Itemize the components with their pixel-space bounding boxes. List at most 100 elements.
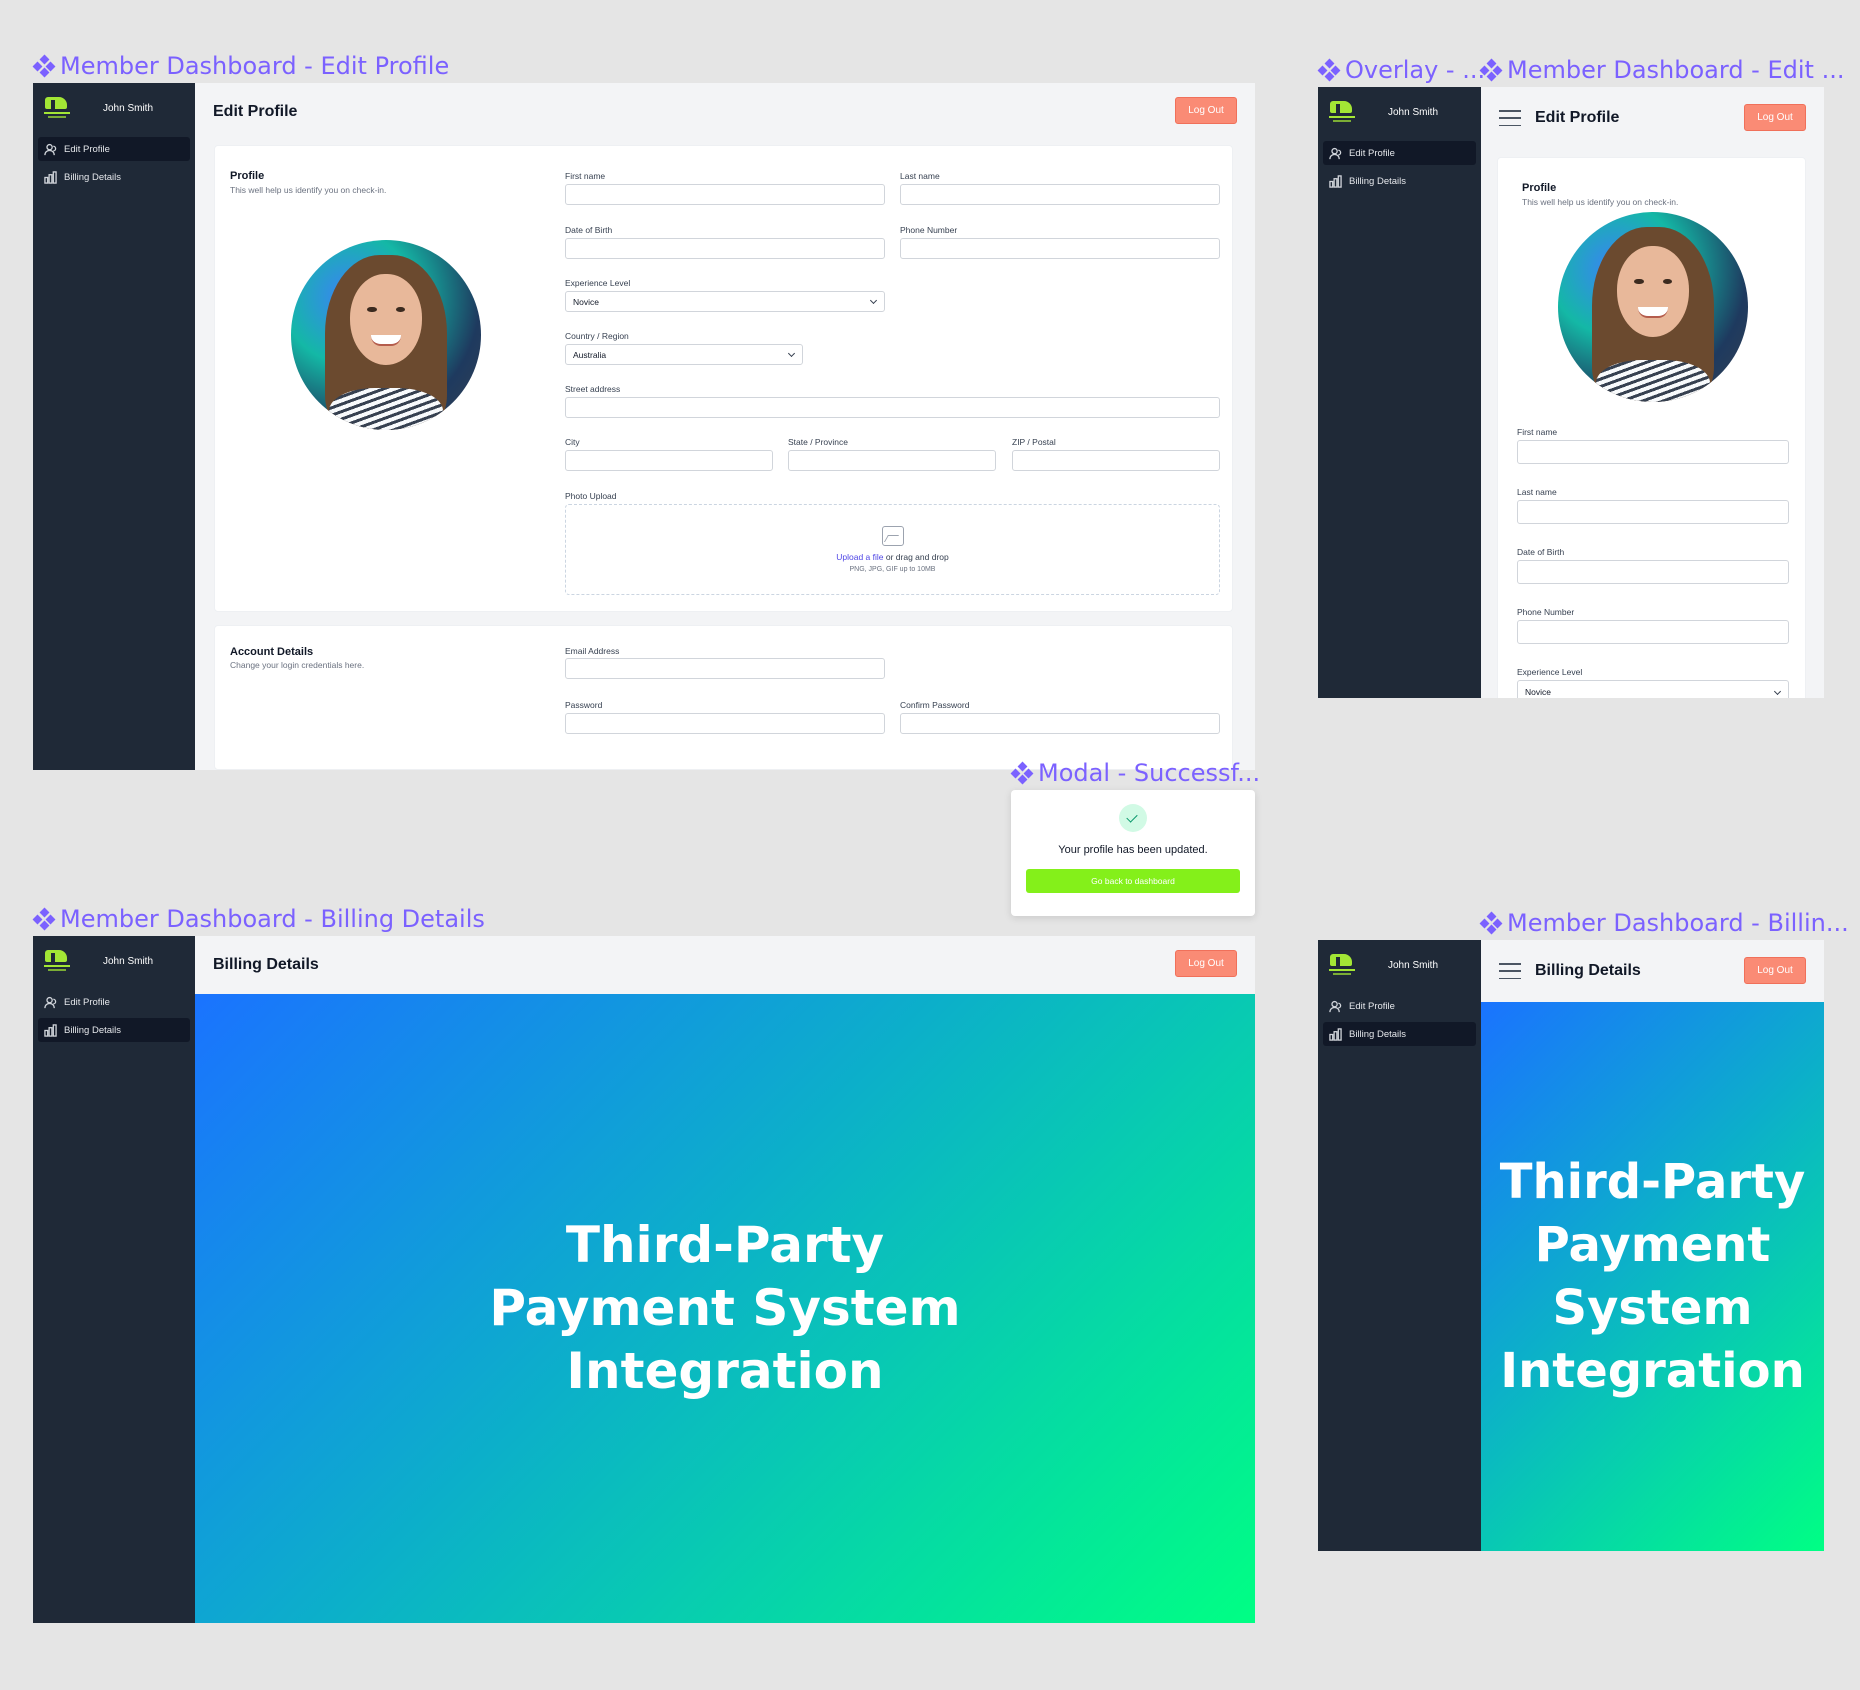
street-input[interactable] <box>565 397 1220 418</box>
placeholder-line: Third-Party <box>1499 1153 1806 1210</box>
placeholder-line: Third-Party <box>565 1216 885 1274</box>
chart-icon <box>44 1023 57 1037</box>
component-icon <box>32 54 56 78</box>
logout-button[interactable]: Log Out <box>1744 104 1806 131</box>
chevron-down-icon <box>787 349 796 358</box>
user-name: John Smith <box>103 102 154 114</box>
user-name: John Smith <box>1388 959 1439 971</box>
profile-avatar[interactable] <box>291 240 481 430</box>
sidebar-header: John Smith <box>1318 87 1481 137</box>
sidebar-item-billing-details[interactable]: Billing Details <box>38 1018 190 1042</box>
component-icon <box>1479 911 1503 935</box>
sidebar-item-edit-profile[interactable]: Edit Profile <box>38 990 190 1014</box>
sidebar-item-billing-details[interactable]: Billing Details <box>1323 1022 1476 1046</box>
user-icon <box>44 143 57 155</box>
chevron-down-icon <box>1773 687 1782 696</box>
photo-upload-label: Photo Upload <box>565 491 617 501</box>
sidebar-item-edit-profile[interactable]: Edit Profile <box>38 137 190 161</box>
topbar: Edit Profile Log Out <box>195 83 1255 141</box>
frame-label-billing-mobile: Member Dashboard - Billin... <box>1479 909 1849 937</box>
component-icon <box>1317 58 1341 82</box>
component-icon <box>32 907 56 931</box>
experience-label: Experience Level <box>1517 667 1583 677</box>
hamburger-menu-icon[interactable] <box>1499 110 1521 126</box>
first-name-label: First name <box>565 171 606 181</box>
city-input[interactable] <box>565 450 773 471</box>
frame-label-edit-profile: Member Dashboard - Edit Profile <box>32 52 450 80</box>
confirm-password-input[interactable] <box>900 713 1220 734</box>
upload-text: or drag and drop <box>883 552 949 562</box>
zip-input[interactable] <box>1012 450 1220 471</box>
sidebar-item-label: Edit Profile <box>64 143 110 155</box>
frame-label-billing: Member Dashboard - Billing Details <box>32 905 485 933</box>
placeholder-line: Integration <box>1500 1342 1805 1399</box>
success-modal: Your profile has been updated. Go back t… <box>1011 790 1255 916</box>
country-label: Country / Region <box>565 331 629 341</box>
dob-input[interactable] <box>1517 560 1789 584</box>
billing-desktop-frame: John Smith Edit Profile Billing Details … <box>33 936 1255 1623</box>
payment-integration-placeholder: Third-Party Payment System Integration <box>1481 1002 1824 1551</box>
edit-profile-desktop-frame: John Smith Edit Profile Billing Details … <box>33 83 1255 770</box>
bouldering-gym-logo[interactable] <box>43 948 71 974</box>
hamburger-menu-icon[interactable] <box>1499 963 1521 979</box>
frame-label-text: Member Dashboard - Edit Profile <box>60 52 450 80</box>
email-input[interactable] <box>565 658 885 679</box>
frame-label-text: Member Dashboard - Billin... <box>1507 909 1849 937</box>
sidebar-item-label: Billing Details <box>1349 175 1407 187</box>
sidebar-item-edit-profile[interactable]: Edit Profile <box>1323 141 1476 165</box>
photo-dropzone[interactable]: Upload a file or drag and drop PNG, JPG,… <box>565 504 1220 595</box>
main-content: Profile This well help us identify you o… <box>1481 149 1824 698</box>
sidebar-item-label: Edit Profile <box>64 996 110 1008</box>
frame-label-overlay: Overlay - ... <box>1317 56 1485 84</box>
page-title: Edit Profile <box>213 103 298 120</box>
payment-integration-placeholder: Third-Party Payment System Integration <box>195 994 1255 1623</box>
edit-profile-mobile-frame: John Smith Edit Profile Billing Details … <box>1318 87 1824 698</box>
frame-label-text: Modal - Successf... <box>1038 759 1261 787</box>
bouldering-gym-logo[interactable] <box>1328 99 1356 125</box>
first-name-input[interactable] <box>1517 440 1789 464</box>
billing-mobile-frame: John Smith Edit Profile Billing Details … <box>1318 940 1824 1551</box>
overlay-sidebar: John Smith Edit Profile Billing Details <box>1318 940 1481 1551</box>
sidebar-item-billing-details[interactable]: Billing Details <box>38 165 190 189</box>
country-value: Australia <box>573 349 607 360</box>
phone-input[interactable] <box>1517 620 1789 644</box>
user-name: John Smith <box>103 955 154 967</box>
sidebar-item-billing-details[interactable]: Billing Details <box>1323 169 1476 193</box>
dob-label: Date of Birth <box>1517 547 1565 557</box>
placeholder-line: System <box>1552 1279 1753 1336</box>
account-section-desc: Change your login credentials here. <box>230 660 365 670</box>
page-title: Billing Details <box>1535 962 1641 979</box>
zip-label: ZIP / Postal <box>1012 437 1056 447</box>
country-select[interactable]: Australia <box>565 344 803 365</box>
experience-value: Novice <box>573 296 599 307</box>
page-title: Edit Profile <box>1535 109 1620 126</box>
component-icon <box>1479 58 1503 82</box>
bouldering-gym-logo[interactable] <box>43 95 71 121</box>
topbar: Billing Details Log Out <box>195 936 1255 994</box>
user-icon <box>1329 147 1342 159</box>
upload-file-link[interactable]: Upload a file <box>836 552 883 562</box>
profile-card: Profile This well help us identify you o… <box>1497 157 1806 698</box>
back-to-dashboard-button[interactable]: Go back to dashboard <box>1026 869 1240 893</box>
state-input[interactable] <box>788 450 996 471</box>
placeholder-line: Integration <box>566 1342 884 1400</box>
profile-section-title: Profile <box>230 170 265 182</box>
sidebar-item-edit-profile[interactable]: Edit Profile <box>1323 994 1476 1018</box>
experience-select[interactable]: Novice <box>1517 680 1789 698</box>
last-name-label: Last name <box>900 171 940 181</box>
password-input[interactable] <box>565 713 885 734</box>
overlay-sidebar: John Smith Edit Profile Billing Details <box>1318 87 1481 698</box>
dob-input[interactable] <box>565 238 885 259</box>
profile-avatar[interactable] <box>1558 212 1748 402</box>
bouldering-gym-logo[interactable] <box>1328 952 1356 978</box>
profile-section-desc: This well help us identify you on check-… <box>1522 197 1679 207</box>
dob-label: Date of Birth <box>565 225 613 235</box>
first-name-input[interactable] <box>565 184 885 205</box>
last-name-input[interactable] <box>900 184 1220 205</box>
logout-button[interactable]: Log Out <box>1175 950 1237 977</box>
last-name-input[interactable] <box>1517 500 1789 524</box>
experience-select[interactable]: Novice <box>565 291 885 312</box>
logout-button[interactable]: Log Out <box>1175 97 1237 124</box>
phone-input[interactable] <box>900 238 1220 259</box>
logout-button[interactable]: Log Out <box>1744 957 1806 984</box>
